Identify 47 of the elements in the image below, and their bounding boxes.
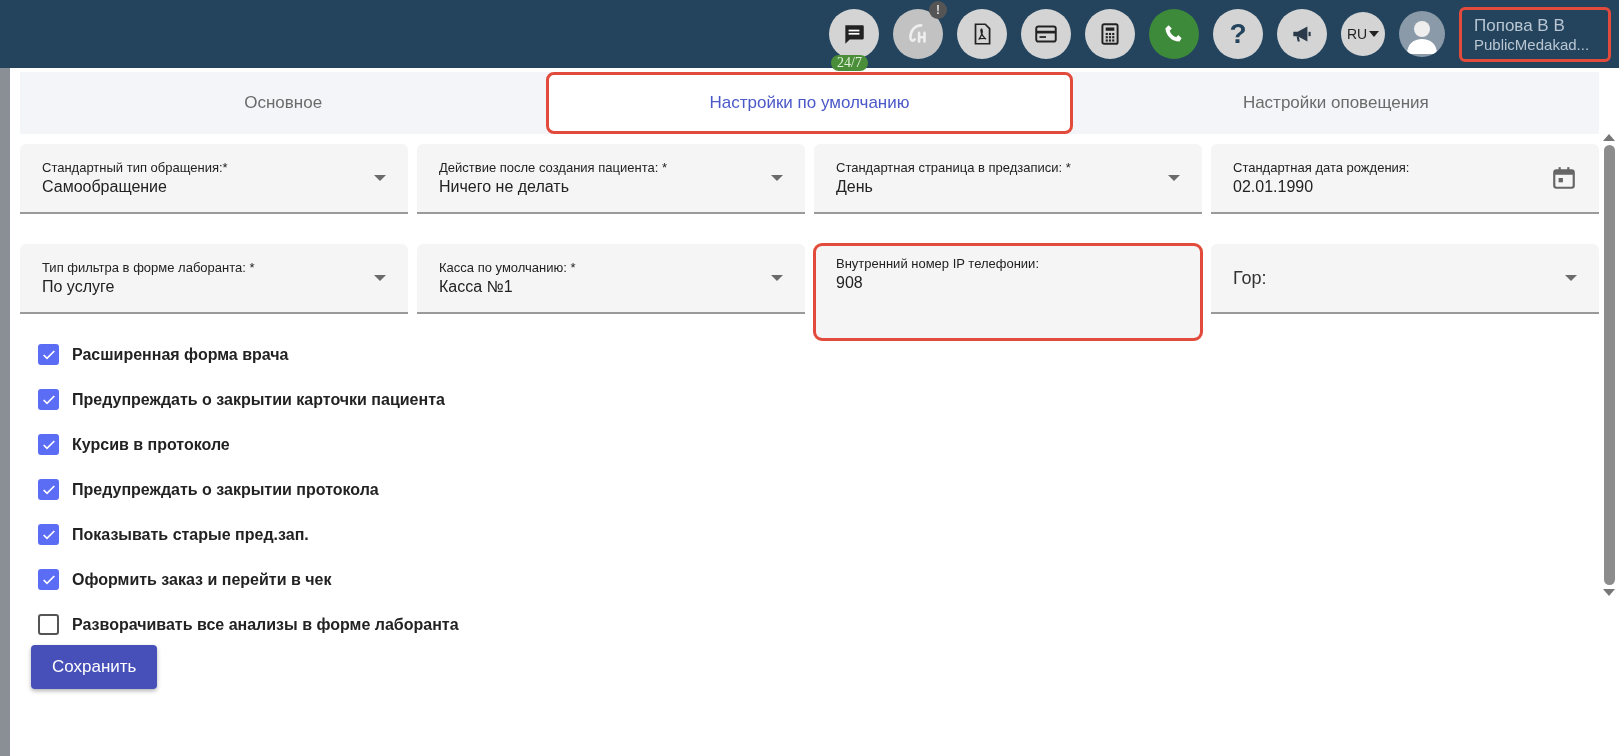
toolbar-button[interactable] — [1277, 9, 1327, 59]
dropdown-arrow-icon — [1565, 275, 1577, 281]
checkbox[interactable] — [38, 569, 59, 590]
checkbox-label: Оформить заказ и перейти в чек — [72, 570, 332, 589]
checkbox[interactable] — [38, 344, 59, 365]
checkbox-label: Курсив в протоколе — [72, 435, 230, 454]
dropdown-arrow-icon — [374, 275, 386, 281]
calendar-icon — [1551, 165, 1577, 191]
input-field[interactable]: Внутренний номер IP телефонии: 908 — [814, 244, 1202, 340]
dropdown-field[interactable]: Стандартная страница в предзаписи: * День — [814, 144, 1202, 214]
dropdown-field[interactable]: Гор: — [1211, 244, 1599, 314]
checkbox[interactable] — [38, 434, 59, 455]
checkbox-label: Расширенная форма врача — [72, 345, 289, 364]
dropdown-arrow-icon — [771, 275, 783, 281]
tab[interactable]: Настройки оповещения — [1072, 72, 1599, 134]
dropdown-arrow-icon — [1168, 175, 1180, 181]
avatar[interactable] — [1399, 11, 1445, 57]
caret-icon — [1369, 31, 1380, 37]
checkbox[interactable] — [38, 614, 59, 635]
toolbar-button[interactable] — [1149, 9, 1199, 59]
language-dropdown[interactable]: RU — [1341, 12, 1385, 56]
toolbar-button[interactable] — [957, 9, 1007, 59]
help-button[interactable]: ? — [1213, 9, 1263, 59]
tab[interactable]: Настройки по умолчанию — [546, 72, 1073, 134]
checkbox[interactable] — [38, 389, 59, 410]
alert-badge: ! — [929, 1, 947, 19]
dropdown-arrow-icon — [374, 175, 386, 181]
toolbar-button[interactable] — [829, 9, 879, 59]
dropdown-field[interactable]: Касса по умолчанию: * Касса №1 — [417, 244, 805, 314]
support-badge: 24/7 — [831, 55, 868, 71]
toolbar-button[interactable] — [893, 9, 943, 59]
dropdown-field[interactable]: Стандартный тип обращения:* Самообращение — [20, 144, 408, 214]
tab[interactable]: Основное — [20, 72, 547, 134]
checkbox-label: Показывать старые пред.зап. — [72, 525, 309, 544]
toolbar-button[interactable] — [1021, 9, 1071, 59]
date-field[interactable]: Стандартная дата рождения: 02.01.1990 — [1211, 144, 1599, 214]
checkbox[interactable] — [38, 479, 59, 500]
dropdown-arrow-icon — [771, 175, 783, 181]
dropdown-field[interactable]: Тип фильтра в форме лаборанта: * По услуге — [20, 244, 408, 314]
checkbox[interactable] — [38, 524, 59, 545]
checkbox-label: Предупреждать о закрытии карточки пациента — [72, 390, 445, 409]
checkbox-label: Предупреждать о закрытии протокола — [72, 480, 379, 499]
toolbar-button[interactable] — [1085, 9, 1135, 59]
save-button[interactable]: Сохранить — [31, 645, 158, 689]
checkbox-label: Разворачивать все анализы в форме лаборанта — [72, 615, 459, 634]
user-menu[interactable]: Попова В В PublicMedakad... — [1459, 6, 1611, 62]
dropdown-field[interactable]: Действие после создания пациента: * Ничего не делать — [417, 144, 805, 214]
